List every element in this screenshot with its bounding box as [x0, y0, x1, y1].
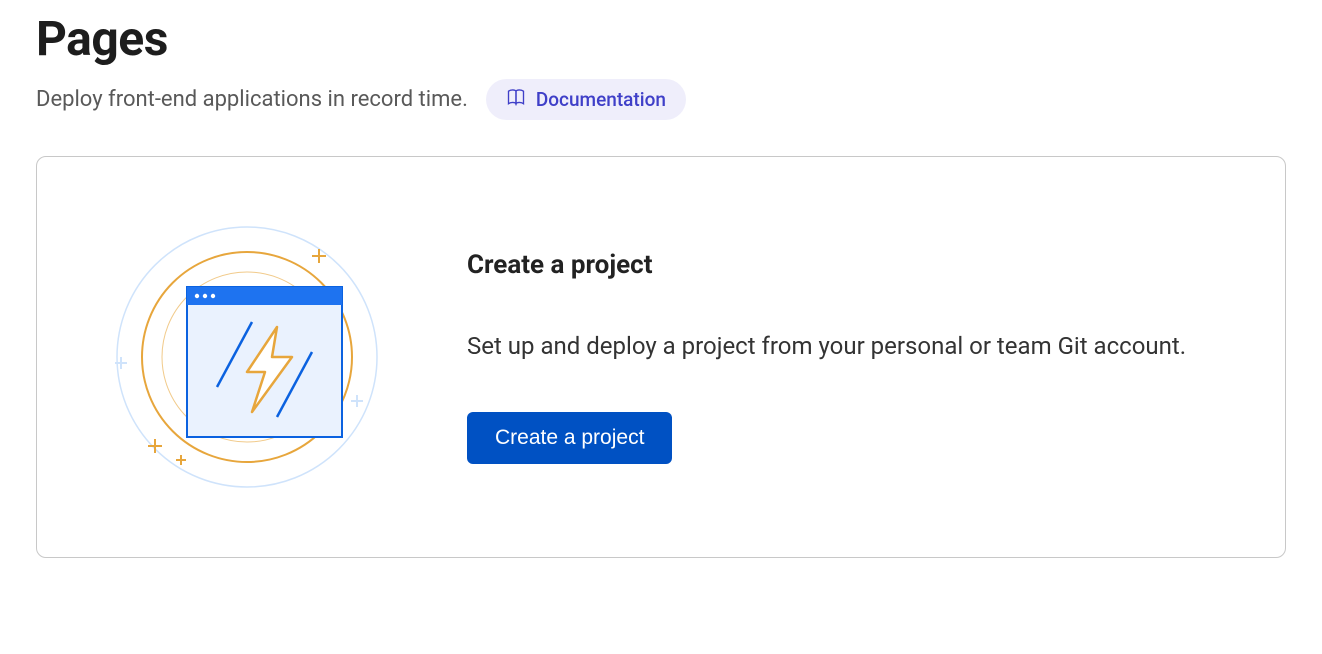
page-subtitle: Deploy front-end applications in record …	[36, 87, 468, 112]
book-icon	[506, 87, 526, 112]
documentation-link-label: Documentation	[536, 88, 666, 111]
card-title: Create a project	[467, 250, 1235, 280]
subtitle-row: Deploy front-end applications in record …	[36, 79, 1286, 120]
create-project-card: Create a project Set up and deploy a pro…	[36, 156, 1286, 558]
documentation-link[interactable]: Documentation	[486, 79, 686, 120]
card-description: Set up and deploy a project from your pe…	[467, 328, 1187, 364]
card-content: Create a project Set up and deploy a pro…	[467, 250, 1235, 464]
create-project-illustration	[87, 217, 407, 497]
create-project-button[interactable]: Create a project	[467, 412, 672, 464]
page-title: Pages	[36, 10, 1286, 67]
